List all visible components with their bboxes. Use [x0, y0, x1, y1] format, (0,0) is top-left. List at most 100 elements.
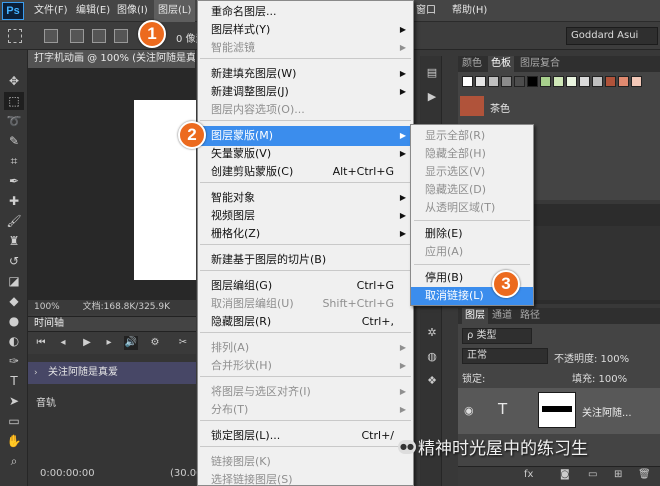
stamp-tool-icon[interactable]: ♜	[4, 232, 24, 250]
fx-icon[interactable]: fx	[524, 469, 533, 480]
layer-menu-item[interactable]: 隐藏图层(R) Ctrl+,	[197, 312, 414, 332]
audio-icon[interactable]: 🔊	[124, 336, 138, 350]
layer-name[interactable]: 关注阿随...	[582, 404, 632, 419]
new-selection-icon[interactable]	[44, 29, 58, 43]
swatch[interactable]	[462, 76, 473, 87]
swatch[interactable]	[475, 76, 486, 87]
zoom-level[interactable]: 100%	[34, 302, 60, 312]
timeline-track-row[interactable]: 关注阿随是真爱	[28, 362, 196, 384]
menu-item-label: 将图层与选区对齐(I)	[211, 385, 311, 398]
tab-swatches[interactable]: 色板	[488, 56, 514, 72]
marquee-option-icon[interactable]	[8, 29, 22, 43]
add-selection-icon[interactable]	[70, 29, 84, 43]
blur-tool-icon[interactable]: ●	[4, 312, 24, 330]
menu-item-label: 图层蒙版(M)	[211, 129, 274, 142]
prev-frame-icon[interactable]: ◂	[56, 336, 70, 350]
eyedropper-tool-icon[interactable]: ✒	[4, 172, 24, 190]
styles-panel-icon[interactable]: ❖	[424, 374, 440, 388]
first-frame-icon[interactable]: ⏮	[34, 336, 48, 350]
layer-menu-item[interactable]: 图层样式(Y) ▶	[197, 20, 414, 40]
dodge-tool-icon[interactable]: ◐	[4, 332, 24, 350]
shape-tool-icon[interactable]: ▭	[4, 412, 24, 430]
intersect-selection-icon[interactable]	[114, 29, 128, 43]
quick-select-tool-icon[interactable]: ✎	[4, 132, 24, 150]
layer-menu-item[interactable]: 新建调整图层(J) ▶	[197, 82, 414, 102]
swatch[interactable]	[553, 76, 564, 87]
swatch[interactable]	[514, 76, 525, 87]
opacity-field[interactable]: 不透明度: 100%	[554, 350, 629, 365]
crop-tool-icon[interactable]: ⌗	[4, 152, 24, 170]
menu-edit[interactable]: 编辑(E)	[76, 0, 110, 22]
swatch[interactable]	[527, 76, 538, 87]
zoom-tool-icon[interactable]: ⌕	[4, 452, 24, 470]
subtract-selection-icon[interactable]	[92, 29, 106, 43]
menu-image[interactable]: 图像(I)	[117, 0, 148, 22]
timeline-tab[interactable]: 时间轴	[28, 316, 196, 332]
eraser-tool-icon[interactable]: ◪	[4, 272, 24, 290]
paint-bucket-icon[interactable]: ◆	[4, 292, 24, 310]
tab-channels[interactable]: 通道	[492, 308, 512, 324]
menu-item-label: 智能对象	[211, 191, 255, 204]
layer-menu-item[interactable]: 新建基于图层的切片(B)	[197, 250, 414, 270]
marquee-tool-icon[interactable]: ⬚	[4, 92, 24, 110]
settings-gear-icon[interactable]: ⚙	[148, 336, 162, 350]
swatch-brown[interactable]	[460, 96, 484, 116]
layer-menu-item[interactable]: 新建填充图层(W) ▶	[197, 64, 414, 84]
tab-layer-comps[interactable]: 图层复合	[520, 56, 560, 72]
brush-tool-icon[interactable]: 🖌	[4, 212, 24, 230]
menu-file[interactable]: 文件(F)	[34, 0, 68, 22]
tab-color[interactable]: 颜色	[462, 56, 482, 72]
tab-paths[interactable]: 路径	[520, 308, 540, 324]
new-layer-icon[interactable]: ⊞	[614, 469, 622, 480]
font-family-select[interactable]: Goddard Asui	[566, 27, 658, 45]
split-scissors-icon[interactable]: ✂	[176, 336, 190, 350]
swatch[interactable]	[605, 76, 616, 87]
swatch[interactable]	[579, 76, 590, 87]
trash-icon[interactable]: 🗑	[638, 469, 651, 480]
expand-arrow-icon[interactable]: ›	[34, 362, 38, 384]
tab-layers[interactable]: 图层	[462, 308, 488, 324]
properties-panel-icon[interactable]: ✲	[424, 326, 440, 340]
history-panel-icon[interactable]: ▤	[424, 66, 440, 80]
menu-item-shortcut: Ctrl+,	[361, 315, 394, 328]
path-select-icon[interactable]: ➤	[4, 392, 24, 410]
layer-menu-item[interactable]: 锁定图层(L)... Ctrl+/	[197, 426, 414, 446]
folder-icon[interactable]: ▭	[588, 469, 597, 480]
layer-menu-item[interactable]: 图层蒙版(M) ▶	[197, 126, 414, 146]
swatch[interactable]	[631, 76, 642, 87]
fill-field[interactable]: 填充: 100%	[572, 370, 627, 385]
move-tool-icon[interactable]: ✥	[4, 72, 24, 90]
play-icon[interactable]: ▶	[80, 336, 94, 350]
layer-menu-item[interactable]: 智能对象 ▶	[197, 188, 414, 208]
layer-menu-item[interactable]: 创建剪贴蒙版(C) Alt+Ctrl+G	[197, 162, 414, 182]
actions-play-icon[interactable]: ▶	[424, 90, 440, 104]
pen-tool-icon[interactable]: ✑	[4, 352, 24, 370]
menu-layer[interactable]: 图层(L)	[154, 0, 196, 22]
visibility-eye-icon[interactable]: ◉	[464, 404, 474, 417]
swatch[interactable]	[592, 76, 603, 87]
next-frame-icon[interactable]: ▸	[102, 336, 116, 350]
type-tool-icon[interactable]: T	[4, 372, 24, 390]
layer-menu-item[interactable]: 视频图层 ▶	[197, 206, 414, 226]
layer-menu-item[interactable]: 栅格化(Z) ▶	[197, 224, 414, 244]
swatch[interactable]	[488, 76, 499, 87]
healing-tool-icon[interactable]: ✚	[4, 192, 24, 210]
layer-menu-item[interactable]: 重命名图层...	[197, 2, 414, 22]
lasso-tool-icon[interactable]: ➰	[4, 112, 24, 130]
hand-tool-icon[interactable]: ✋	[4, 432, 24, 450]
layer-menu-item[interactable]: 矢量蒙版(V) ▶	[197, 144, 414, 164]
menu-help[interactable]: 帮助(H)	[452, 0, 487, 22]
layer-mask-submenu-item[interactable]: 删除(E)	[411, 225, 533, 243]
blend-mode-select[interactable]: 正常	[462, 348, 548, 364]
document-tab[interactable]: 打字机动画 @ 100% (关注阿随是真爱	[28, 50, 196, 68]
swatch[interactable]	[501, 76, 512, 87]
swatch[interactable]	[618, 76, 629, 87]
history-brush-icon[interactable]: ↺	[4, 252, 24, 270]
layer-menu-item[interactable]: 图层编组(G) Ctrl+G	[197, 276, 414, 296]
swatch[interactable]	[540, 76, 551, 87]
swatch[interactable]	[566, 76, 577, 87]
add-mask-icon[interactable]: ◙	[560, 469, 570, 480]
adjustments-panel-icon[interactable]: ◍	[424, 350, 440, 364]
layer-kind-filter[interactable]: ρ 类型	[462, 328, 532, 344]
menu-window[interactable]: 窗口	[416, 0, 436, 22]
